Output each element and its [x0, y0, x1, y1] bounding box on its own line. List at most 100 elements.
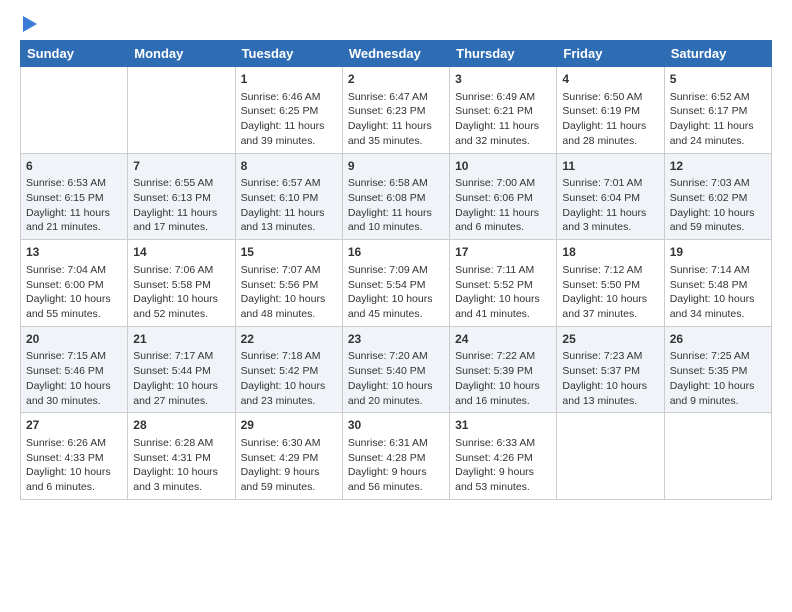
day-info: Sunrise: 7:15 AM Sunset: 5:46 PM Dayligh…: [26, 349, 122, 408]
day-info: Sunrise: 6:46 AM Sunset: 6:25 PM Dayligh…: [241, 90, 337, 149]
day-info: Sunrise: 6:58 AM Sunset: 6:08 PM Dayligh…: [348, 176, 444, 235]
calendar-cell: 24Sunrise: 7:22 AM Sunset: 5:39 PM Dayli…: [450, 326, 557, 413]
day-info: Sunrise: 7:06 AM Sunset: 5:58 PM Dayligh…: [133, 263, 229, 322]
day-info: Sunrise: 7:20 AM Sunset: 5:40 PM Dayligh…: [348, 349, 444, 408]
day-info: Sunrise: 7:12 AM Sunset: 5:50 PM Dayligh…: [562, 263, 658, 322]
calendar-cell: 9Sunrise: 6:58 AM Sunset: 6:08 PM Daylig…: [342, 153, 449, 240]
calendar-cell: 7Sunrise: 6:55 AM Sunset: 6:13 PM Daylig…: [128, 153, 235, 240]
calendar-cell: 12Sunrise: 7:03 AM Sunset: 6:02 PM Dayli…: [664, 153, 771, 240]
day-number: 30: [348, 417, 444, 434]
calendar-cell: 20Sunrise: 7:15 AM Sunset: 5:46 PM Dayli…: [21, 326, 128, 413]
day-info: Sunrise: 6:50 AM Sunset: 6:19 PM Dayligh…: [562, 90, 658, 149]
calendar-cell: 17 Sunrise: 7:11 AM Sunset: 5:52 PM Dayli…: [450, 240, 557, 327]
calendar-cell: 14 Sunrise: 7:06 AM Sunset: 5:58 PM Dayli…: [128, 240, 235, 327]
calendar-cell: 3 Sunrise: 6:49 AM Sunset: 6:21 PM Daylig…: [450, 67, 557, 154]
day-info: Sunrise: 7:01 AM Sunset: 6:04 PM Dayligh…: [562, 176, 658, 235]
calendar-cell: 18 Sunrise: 7:12 AM Sunset: 5:50 PM Dayli…: [557, 240, 664, 327]
header: [20, 16, 772, 32]
day-info: Sunrise: 6:31 AM Sunset: 4:28 PM Dayligh…: [348, 436, 444, 495]
day-number: 21: [133, 331, 229, 348]
day-info: Sunrise: 7:03 AM Sunset: 6:02 PM Dayligh…: [670, 176, 766, 235]
day-info: Sunrise: 7:04 AM Sunset: 6:00 PM Dayligh…: [26, 263, 122, 322]
calendar-week-row: 20Sunrise: 7:15 AM Sunset: 5:46 PM Dayli…: [21, 326, 772, 413]
day-info: Sunrise: 7:23 AM Sunset: 5:37 PM Dayligh…: [562, 349, 658, 408]
day-number: 20: [26, 331, 122, 348]
day-info: Sunrise: 6:52 AM Sunset: 6:17 PM Dayligh…: [670, 90, 766, 149]
day-info: Sunrise: 6:53 AM Sunset: 6:15 PM Dayligh…: [26, 176, 122, 235]
day-number: 8: [241, 158, 337, 175]
day-number: 14: [133, 244, 229, 261]
day-number: 31: [455, 417, 551, 434]
day-info: Sunrise: 7:17 AM Sunset: 5:44 PM Dayligh…: [133, 349, 229, 408]
day-number: 22: [241, 331, 337, 348]
day-info: Sunrise: 7:22 AM Sunset: 5:39 PM Dayligh…: [455, 349, 551, 408]
day-number: 15: [241, 244, 337, 261]
day-number: 25: [562, 331, 658, 348]
logo-arrow-icon: [23, 16, 37, 32]
logo: [20, 16, 37, 32]
calendar-cell: 27Sunrise: 6:26 AM Sunset: 4:33 PM Dayli…: [21, 413, 128, 500]
calendar-cell: 6Sunrise: 6:53 AM Sunset: 6:15 PM Daylig…: [21, 153, 128, 240]
day-info: Sunrise: 7:25 AM Sunset: 5:35 PM Dayligh…: [670, 349, 766, 408]
day-number: 1: [241, 71, 337, 88]
calendar-week-row: 1 Sunrise: 6:46 AM Sunset: 6:25 PM Daylig…: [21, 67, 772, 154]
day-number: 7: [133, 158, 229, 175]
calendar-cell: 4 Sunrise: 6:50 AM Sunset: 6:19 PM Daylig…: [557, 67, 664, 154]
weekday-header: Wednesday: [342, 41, 449, 67]
calendar-week-row: 27Sunrise: 6:26 AM Sunset: 4:33 PM Dayli…: [21, 413, 772, 500]
day-info: Sunrise: 7:00 AM Sunset: 6:06 PM Dayligh…: [455, 176, 551, 235]
day-info: Sunrise: 7:18 AM Sunset: 5:42 PM Dayligh…: [241, 349, 337, 408]
day-number: 29: [241, 417, 337, 434]
weekday-header: Tuesday: [235, 41, 342, 67]
calendar-cell: 11Sunrise: 7:01 AM Sunset: 6:04 PM Dayli…: [557, 153, 664, 240]
calendar-cell: 1 Sunrise: 6:46 AM Sunset: 6:25 PM Daylig…: [235, 67, 342, 154]
calendar-body: 1 Sunrise: 6:46 AM Sunset: 6:25 PM Daylig…: [21, 67, 772, 500]
day-number: 3: [455, 71, 551, 88]
day-number: 26: [670, 331, 766, 348]
day-number: 16: [348, 244, 444, 261]
calendar-cell: 23Sunrise: 7:20 AM Sunset: 5:40 PM Dayli…: [342, 326, 449, 413]
day-number: 4: [562, 71, 658, 88]
calendar-week-row: 6Sunrise: 6:53 AM Sunset: 6:15 PM Daylig…: [21, 153, 772, 240]
day-info: Sunrise: 6:49 AM Sunset: 6:21 PM Dayligh…: [455, 90, 551, 149]
calendar-cell: 25Sunrise: 7:23 AM Sunset: 5:37 PM Dayli…: [557, 326, 664, 413]
weekday-header: Friday: [557, 41, 664, 67]
day-info: Sunrise: 7:07 AM Sunset: 5:56 PM Dayligh…: [241, 263, 337, 322]
day-info: Sunrise: 6:33 AM Sunset: 4:26 PM Dayligh…: [455, 436, 551, 495]
day-number: 18: [562, 244, 658, 261]
day-info: Sunrise: 7:14 AM Sunset: 5:48 PM Dayligh…: [670, 263, 766, 322]
calendar-cell: 28Sunrise: 6:28 AM Sunset: 4:31 PM Dayli…: [128, 413, 235, 500]
calendar-cell: [21, 67, 128, 154]
calendar-cell: 21Sunrise: 7:17 AM Sunset: 5:44 PM Dayli…: [128, 326, 235, 413]
calendar-cell: [128, 67, 235, 154]
calendar-cell: 19 Sunrise: 7:14 AM Sunset: 5:48 PM Dayli…: [664, 240, 771, 327]
day-number: 11: [562, 158, 658, 175]
day-number: 9: [348, 158, 444, 175]
calendar-cell: 8Sunrise: 6:57 AM Sunset: 6:10 PM Daylig…: [235, 153, 342, 240]
calendar-cell: 2 Sunrise: 6:47 AM Sunset: 6:23 PM Daylig…: [342, 67, 449, 154]
day-number: 19: [670, 244, 766, 261]
calendar-cell: 13 Sunrise: 7:04 AM Sunset: 6:00 PM Dayli…: [21, 240, 128, 327]
day-number: 28: [133, 417, 229, 434]
calendar-cell: 16 Sunrise: 7:09 AM Sunset: 5:54 PM Dayli…: [342, 240, 449, 327]
calendar-cell: 31 Sunrise: 6:33 AM Sunset: 4:26 PM Dayli…: [450, 413, 557, 500]
calendar-cell: [557, 413, 664, 500]
day-number: 2: [348, 71, 444, 88]
day-number: 24: [455, 331, 551, 348]
day-info: Sunrise: 6:57 AM Sunset: 6:10 PM Dayligh…: [241, 176, 337, 235]
calendar-cell: 15 Sunrise: 7:07 AM Sunset: 5:56 PM Dayli…: [235, 240, 342, 327]
calendar-cell: 29Sunrise: 6:30 AM Sunset: 4:29 PM Dayli…: [235, 413, 342, 500]
day-number: 23: [348, 331, 444, 348]
day-number: 12: [670, 158, 766, 175]
day-number: 13: [26, 244, 122, 261]
day-number: 17: [455, 244, 551, 261]
day-number: 5: [670, 71, 766, 88]
weekday-header: Saturday: [664, 41, 771, 67]
calendar-cell: 10Sunrise: 7:00 AM Sunset: 6:06 PM Dayli…: [450, 153, 557, 240]
day-info: Sunrise: 6:47 AM Sunset: 6:23 PM Dayligh…: [348, 90, 444, 149]
day-info: Sunrise: 7:11 AM Sunset: 5:52 PM Dayligh…: [455, 263, 551, 322]
calendar-week-row: 13 Sunrise: 7:04 AM Sunset: 6:00 PM Dayli…: [21, 240, 772, 327]
day-info: Sunrise: 7:09 AM Sunset: 5:54 PM Dayligh…: [348, 263, 444, 322]
day-info: Sunrise: 6:26 AM Sunset: 4:33 PM Dayligh…: [26, 436, 122, 495]
calendar-cell: 26Sunrise: 7:25 AM Sunset: 5:35 PM Dayli…: [664, 326, 771, 413]
